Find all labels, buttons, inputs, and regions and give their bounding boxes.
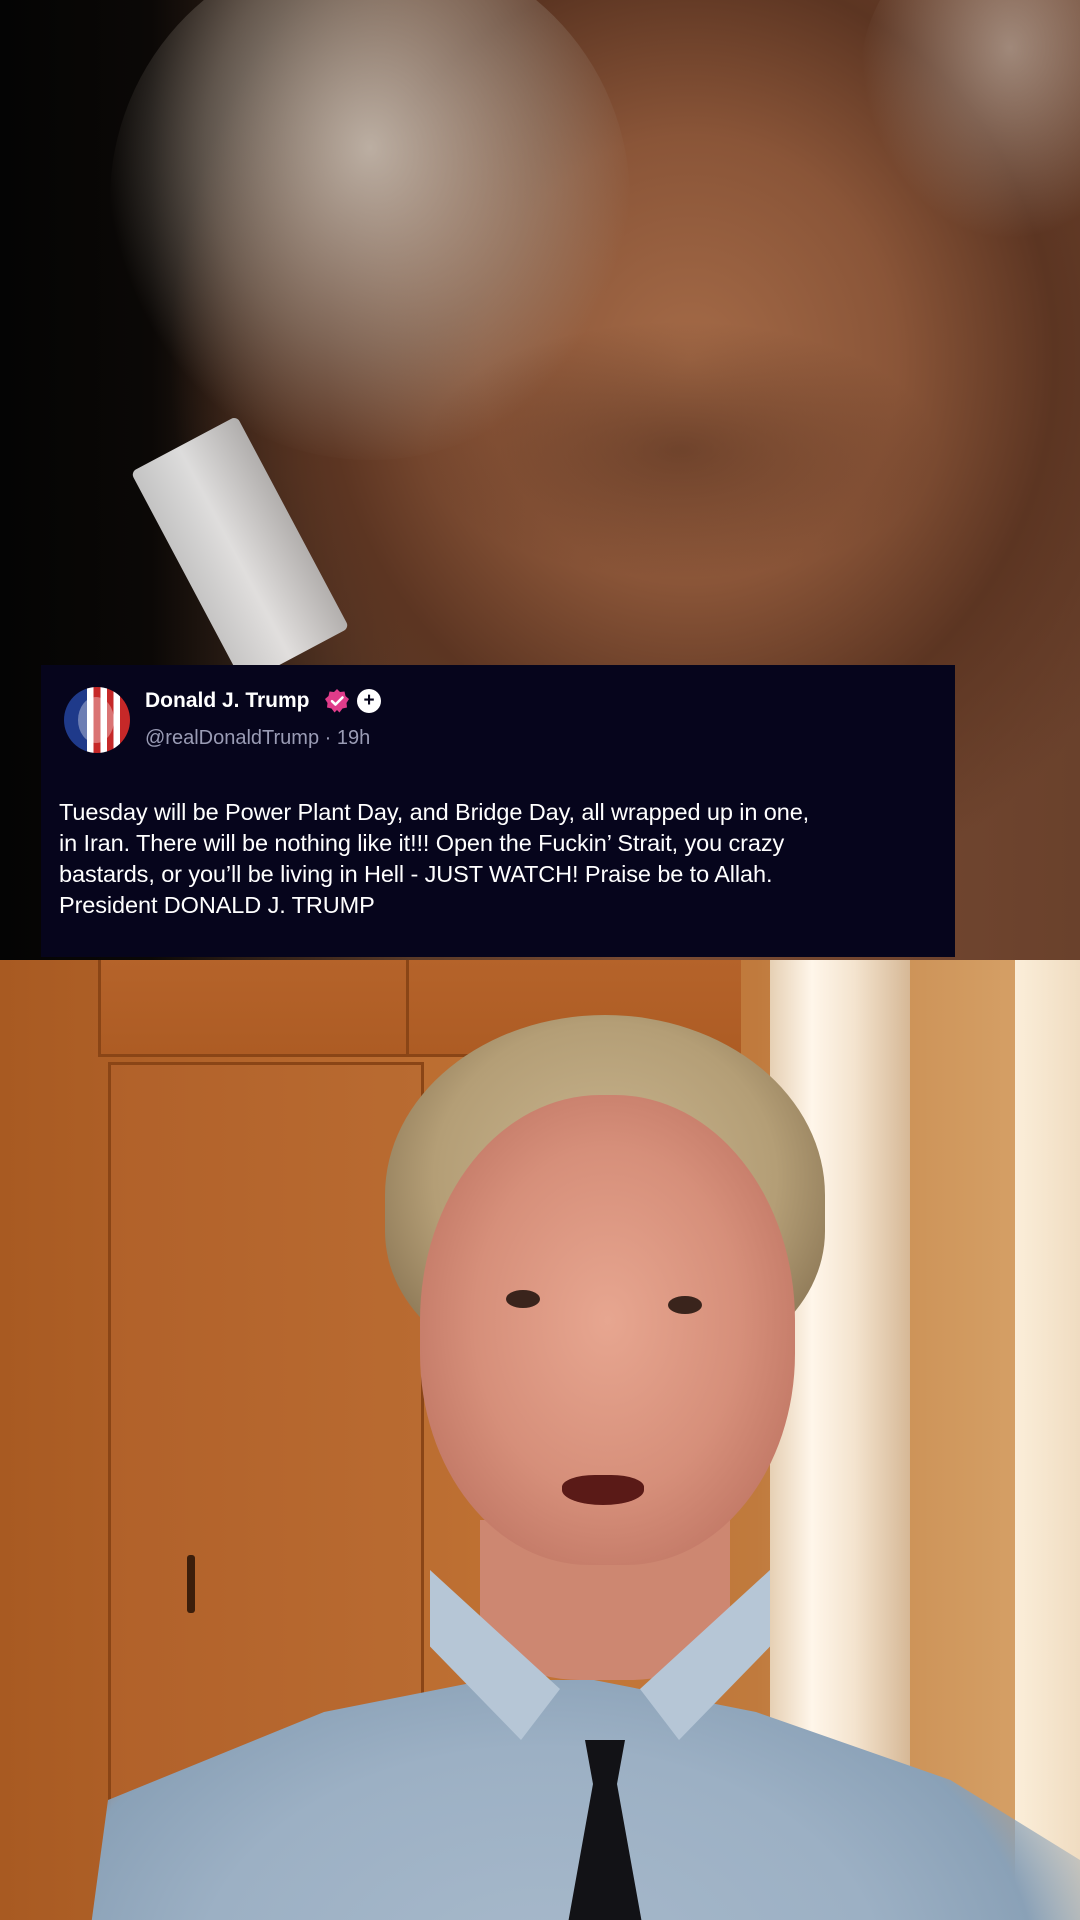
author-avatar[interactable]: [64, 687, 130, 753]
speaker-right-eye: [668, 1296, 702, 1314]
author-name[interactable]: Donald J. Trump: [145, 687, 310, 715]
speaker-left-eye: [506, 1290, 540, 1308]
meta-separator: ·: [324, 727, 332, 749]
post-body-line: in Iran. There will be nothing like it!!…: [59, 830, 785, 856]
post-body-line: bastards, or you’ll be living in Hell - …: [59, 861, 773, 887]
split-screen-video-frame: Donald J. Trump + @realDonaldTrump · 19h…: [0, 0, 1080, 1920]
verified-badge-icon: [325, 689, 349, 713]
avatar-face-shape: [78, 697, 114, 743]
social-post-card[interactable]: Donald J. Trump + @realDonaldTrump · 19h…: [41, 665, 955, 957]
speaker-mouth: [562, 1475, 644, 1505]
post-body-line: Tuesday will be Power Plant Day, and Bri…: [59, 799, 810, 825]
author-handle[interactable]: @realDonaldTrump: [145, 727, 319, 749]
top-video-panel: Donald J. Trump + @realDonaldTrump · 19h…: [0, 0, 1080, 960]
portrait-face-shadow: [420, 320, 940, 580]
post-meta: @realDonaldTrump · 19h: [145, 725, 370, 751]
door-handle: [187, 1555, 195, 1613]
post-body-line: President DONALD J. TRUMP: [59, 892, 375, 918]
bottom-video-panel: [0, 960, 1080, 1920]
cabinet-seam: [406, 960, 409, 1054]
post-body: Tuesday will be Power Plant Day, and Bri…: [59, 797, 945, 921]
window-curtain-right: [1015, 960, 1080, 1920]
post-timestamp[interactable]: 19h: [337, 727, 370, 749]
plus-icon[interactable]: +: [357, 689, 381, 713]
